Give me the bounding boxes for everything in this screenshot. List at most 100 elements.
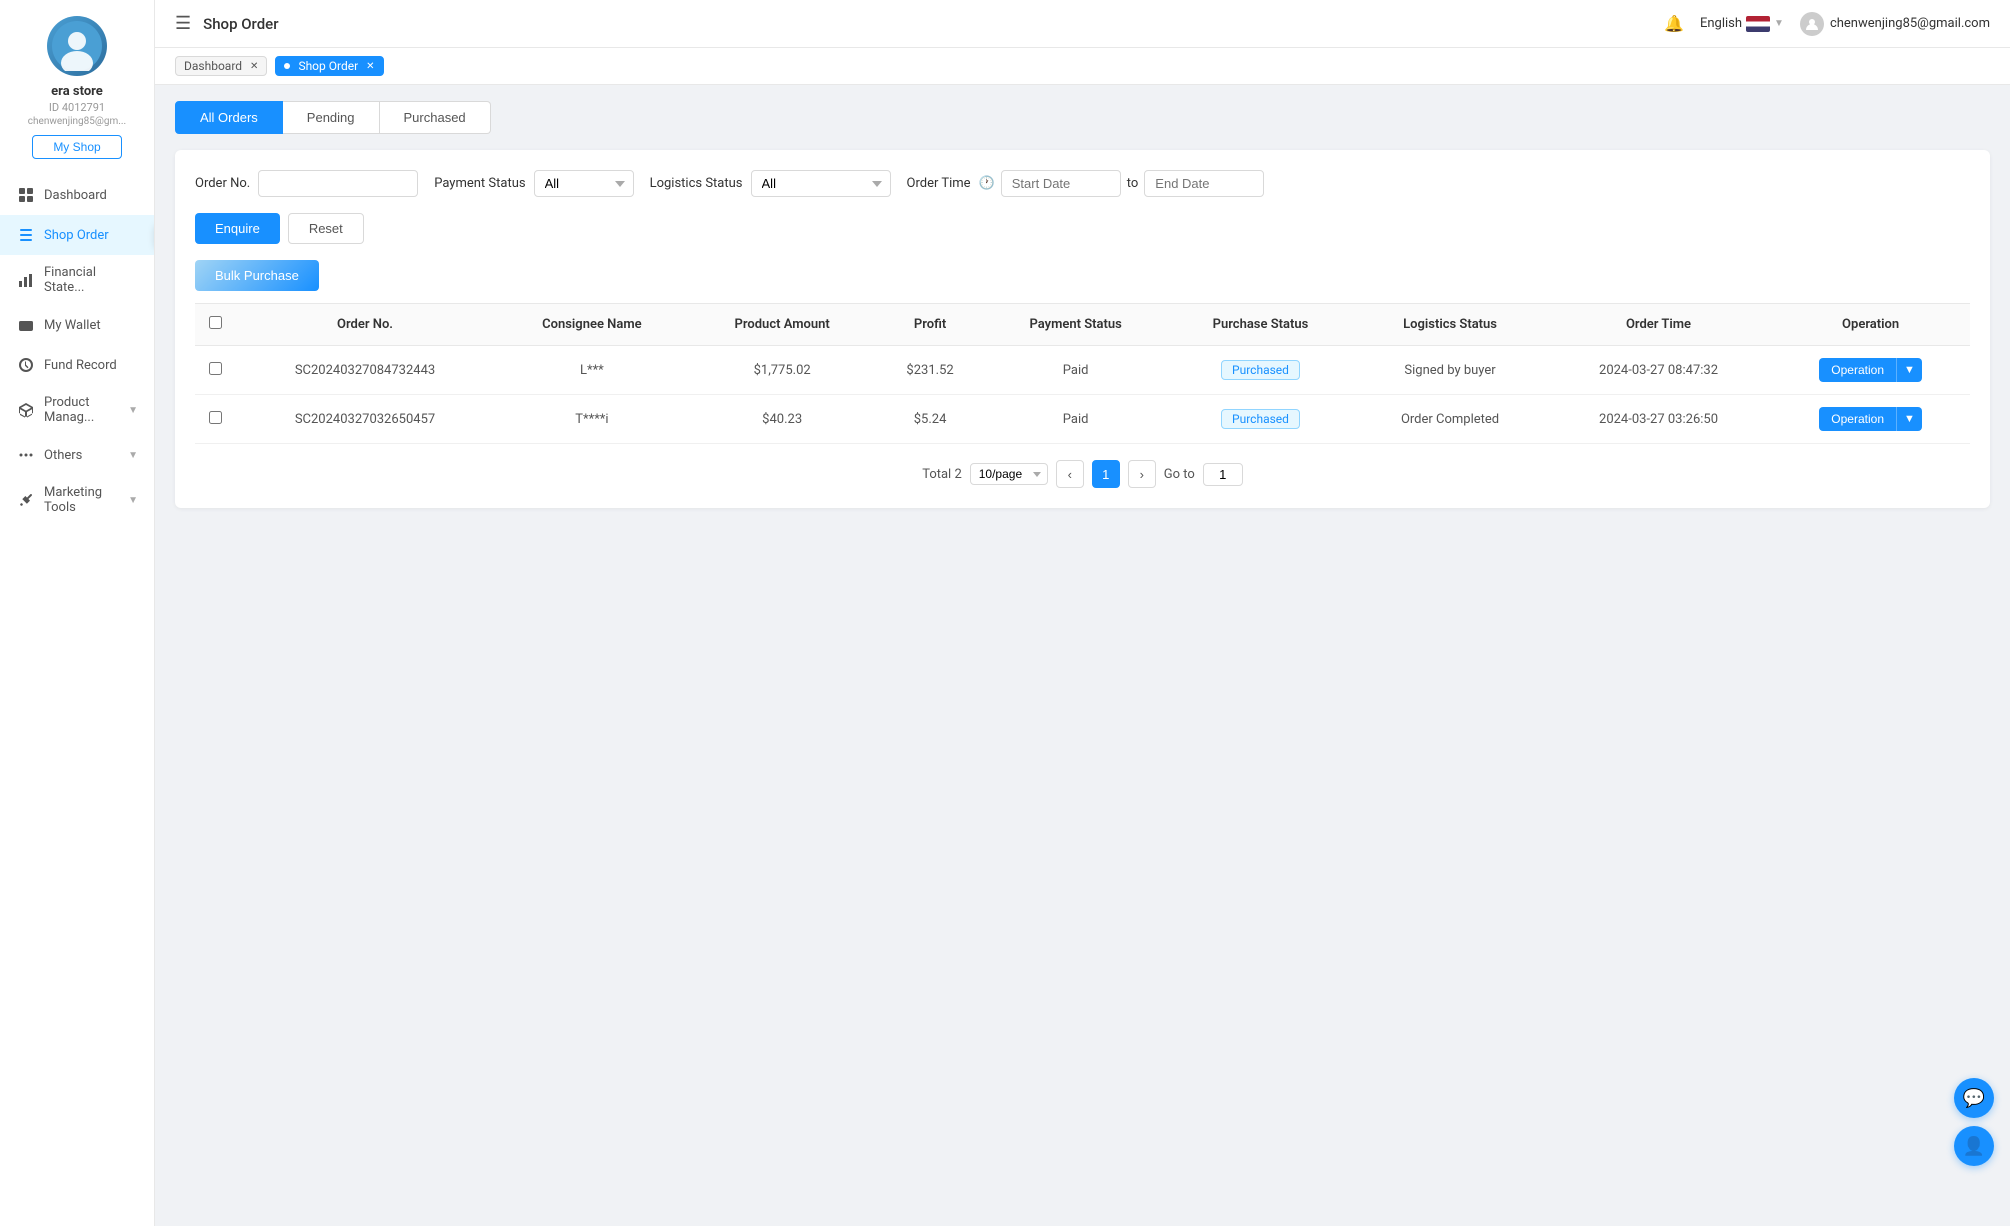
sidebar-item-fund-record-label: Fund Record <box>44 358 138 373</box>
dots-icon <box>16 445 36 465</box>
breadcrumb-shop-order-close[interactable]: ✕ <box>366 61 374 72</box>
start-date-input[interactable] <box>1001 170 1121 197</box>
list-icon <box>16 225 36 245</box>
sidebar-item-shop-order[interactable]: Shop Order Shop Order <box>0 215 154 255</box>
row-1-operation-button[interactable]: Operation <box>1819 358 1896 382</box>
logistics-status-label: Logistics Status <box>650 176 743 191</box>
enquire-button[interactable]: Enquire <box>195 213 280 244</box>
breadcrumb-dashboard-close[interactable]: ✕ <box>250 61 258 72</box>
bell-icon[interactable]: 🔔 <box>1664 14 1684 33</box>
payment-status-select[interactable]: All Paid Unpaid <box>534 170 634 197</box>
sidebar-item-my-wallet[interactable]: My Wallet <box>0 305 154 345</box>
fund-icon <box>16 355 36 375</box>
row-2-purchase-status: Purchased <box>1167 395 1355 444</box>
select-all-checkbox[interactable] <box>209 316 222 329</box>
sidebar-item-marketing-tools[interactable]: Marketing Tools ▼ <box>0 475 154 525</box>
row-1-purchased-badge: Purchased <box>1221 360 1300 380</box>
row-1-operation: Operation ▼ <box>1771 346 1970 395</box>
row-2-operation-arrow[interactable]: ▼ <box>1896 407 1922 431</box>
filter-order-no: Order No. <box>195 170 418 197</box>
sidebar-item-shop-order-label: Shop Order <box>44 228 138 243</box>
col-logistics-status: Logistics Status <box>1354 304 1546 346</box>
filter-order-time: Order Time 🕐 to <box>907 170 1265 197</box>
orders-table: Order No. Consignee Name Product Amount … <box>195 303 1970 444</box>
col-profit: Profit <box>876 304 985 346</box>
header-left: ☰ Shop Order <box>175 13 279 34</box>
logistics-status-select[interactable]: All Signed by buyer Order Completed <box>751 170 891 197</box>
page-1-button[interactable]: 1 <box>1092 460 1120 488</box>
chat-icon: 💬 <box>1963 1088 1985 1109</box>
tab-all-orders[interactable]: All Orders <box>175 101 283 134</box>
row-1-product-amount: $1,775.02 <box>689 346 876 395</box>
sidebar: era store ID 4012791 chenwenjing85@gm...… <box>0 0 155 1226</box>
row-2-order-no: SC20240327032650457 <box>235 395 495 444</box>
row-2-order-time: 2024-03-27 03:26:50 <box>1546 395 1771 444</box>
sidebar-item-dashboard[interactable]: Dashboard <box>0 175 154 215</box>
order-time-label: Order Time <box>907 176 971 191</box>
store-name: era store <box>51 84 103 99</box>
prev-page-button[interactable]: ‹ <box>1056 460 1084 488</box>
sidebar-item-financial-state-label: Financial State... <box>44 265 138 295</box>
row-2-purchased-badge: Purchased <box>1221 409 1300 429</box>
order-no-label: Order No. <box>195 176 250 191</box>
box-icon <box>16 400 36 420</box>
grid-icon <box>16 185 36 205</box>
calendar-icon: 🕐 <box>979 176 995 191</box>
row-2-operation-button[interactable]: Operation <box>1819 407 1896 431</box>
date-range: 🕐 to <box>979 170 1265 197</box>
col-consignee: Consignee Name <box>495 304 689 346</box>
lang-chevron-icon: ▼ <box>1774 18 1784 29</box>
sidebar-item-dashboard-label: Dashboard <box>44 188 138 203</box>
user-menu[interactable]: chenwenjing85@gmail.com <box>1800 12 1990 36</box>
menu-icon[interactable]: ☰ <box>175 13 191 34</box>
sidebar-item-product-manage[interactable]: Product Manag... ▼ <box>0 385 154 435</box>
row-1-purchase-status: Purchased <box>1167 346 1355 395</box>
content: All Orders Pending Purchased Order No. P… <box>155 85 2010 1226</box>
tools-icon <box>16 490 36 510</box>
language-selector[interactable]: English ▼ <box>1700 16 1784 32</box>
store-id: ID 4012791 <box>49 101 105 114</box>
tab-pending[interactable]: Pending <box>283 101 380 134</box>
row-1-profit: $231.52 <box>876 346 985 395</box>
select-all-header <box>195 304 235 346</box>
end-date-input[interactable] <box>1144 170 1264 197</box>
filter-payment-status: Payment Status All Paid Unpaid <box>434 170 633 197</box>
user-email: chenwenjing85@gmail.com <box>1830 16 1990 31</box>
page-size-select[interactable]: 10/page 20/page 50/page <box>970 463 1048 485</box>
goto-input[interactable] <box>1203 463 1243 486</box>
row-2-checkbox-cell <box>195 395 235 444</box>
support-float-button[interactable]: 👤 <box>1954 1126 1994 1166</box>
row-1-payment-status: Paid <box>985 346 1167 395</box>
sidebar-item-product-manage-label: Product Manag... <box>44 395 128 425</box>
row-1-checkbox[interactable] <box>209 362 222 375</box>
wallet-icon <box>16 315 36 335</box>
row-2-operation-wrap: Operation ▼ <box>1819 407 1922 431</box>
row-2-consignee: T****i <box>495 395 689 444</box>
sidebar-item-marketing-tools-label: Marketing Tools <box>44 485 128 515</box>
col-order-time: Order Time <box>1546 304 1771 346</box>
bulk-purchase-button[interactable]: Bulk Purchase <box>195 260 319 291</box>
breadcrumb-dashboard[interactable]: Dashboard ✕ <box>175 56 267 76</box>
row-1-order-time: 2024-03-27 08:47:32 <box>1546 346 1771 395</box>
order-no-input[interactable] <box>258 170 418 197</box>
breadcrumb-shop-order[interactable]: Shop Order ✕ <box>275 56 383 76</box>
reset-button[interactable]: Reset <box>288 213 364 244</box>
chevron-down-icon-others: ▼ <box>128 450 138 461</box>
next-page-button[interactable]: › <box>1128 460 1156 488</box>
row-1-operation-arrow[interactable]: ▼ <box>1896 358 1922 382</box>
sidebar-nav: Dashboard Shop Order Shop Order Financia… <box>0 175 154 525</box>
floating-buttons: 💬 👤 <box>1954 1078 1994 1166</box>
breadcrumb-shop-order-label: Shop Order <box>298 59 358 73</box>
bar-chart-icon <box>16 270 36 290</box>
chevron-down-icon-marketing: ▼ <box>128 495 138 506</box>
pagination-total: Total 2 <box>922 467 962 482</box>
sidebar-item-financial-state[interactable]: Financial State... <box>0 255 154 305</box>
goto-label: Go to <box>1164 467 1195 482</box>
row-2-checkbox[interactable] <box>209 411 222 424</box>
sidebar-item-fund-record[interactable]: Fund Record <box>0 345 154 385</box>
table-row: SC20240327084732443 L*** $1,775.02 $231.… <box>195 346 1970 395</box>
tab-purchased[interactable]: Purchased <box>380 101 491 134</box>
chat-float-button[interactable]: 💬 <box>1954 1078 1994 1118</box>
my-shop-button[interactable]: My Shop <box>32 135 121 159</box>
sidebar-item-others[interactable]: Others ▼ <box>0 435 154 475</box>
